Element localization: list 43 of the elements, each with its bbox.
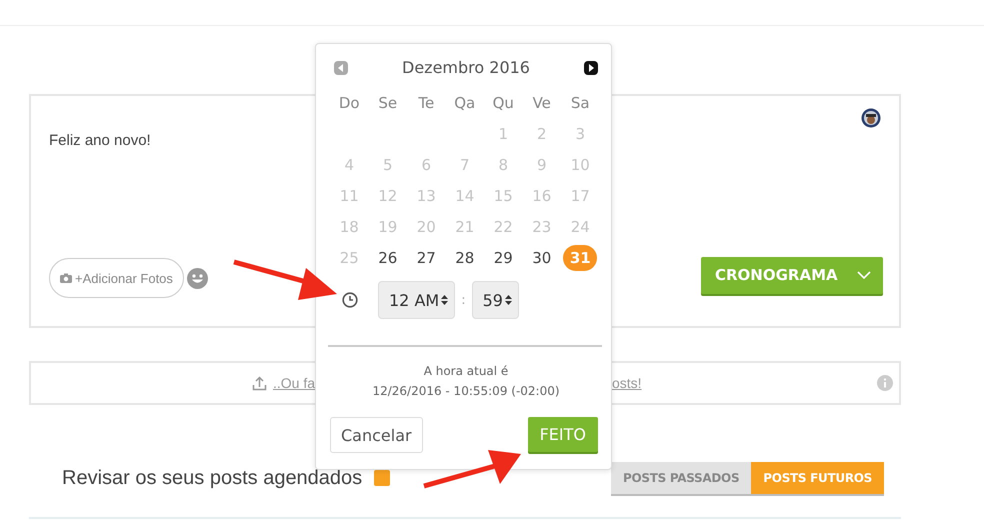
calendar-day[interactable]: 26 [370, 244, 405, 270]
current-time-label: A hora atual é [422, 363, 510, 380]
camera-icon [60, 273, 72, 283]
weekday-label: Qu [492, 94, 514, 112]
right-triangle-icon [588, 64, 594, 72]
schedule-button[interactable]: CRONOGRAMA [701, 256, 883, 294]
weekday-label: Se [378, 94, 398, 112]
add-photos-button[interactable]: +Adicionar Fotos [49, 258, 184, 298]
weekday-label: Ve [532, 94, 551, 112]
up-down-icon [441, 294, 448, 306]
chevron-down-icon [857, 271, 871, 279]
time-separator: : [461, 292, 466, 308]
count-badge [374, 470, 390, 486]
upload-link[interactable]: ..Ou fa [252, 375, 315, 391]
upload-icon [252, 376, 267, 390]
post-text: Feliz ano novo! [49, 132, 151, 149]
hour-select[interactable]: 12 AM [378, 281, 456, 319]
cancel-button[interactable]: Cancelar [330, 417, 423, 453]
calendar-day[interactable]: 28 [448, 244, 482, 270]
posts-tab[interactable]: POSTS FUTUROS [751, 462, 884, 494]
weekday-label: Qa [454, 94, 476, 112]
month-title: Dezembro 2016 [402, 58, 530, 77]
weekday-label: Sa [570, 94, 590, 112]
upload-link[interactable]: osts! [612, 375, 877, 391]
calendar-day[interactable]: 30 [524, 244, 559, 270]
section-title: Revisar os seus posts agendados [62, 466, 362, 490]
posts-tab[interactable]: POSTS PASSADOS [611, 462, 752, 494]
done-button[interactable]: FEITO [528, 417, 598, 452]
current-time: 12/26/2016 - 10:55:09 (-02:00) [371, 383, 561, 400]
info-icon[interactable] [877, 375, 893, 391]
weekday-label: Te [418, 94, 434, 112]
weekday-label: Do [338, 94, 360, 112]
calendar-day[interactable]: 29 [486, 244, 520, 270]
minute-select[interactable]: 59 [472, 281, 519, 319]
next-month-button[interactable] [584, 60, 598, 74]
previous-month-button[interactable] [334, 60, 348, 74]
calendar-day[interactable]: 31 [563, 244, 598, 270]
emoji-icon[interactable] [186, 268, 208, 288]
avatar-icon[interactable] [861, 108, 881, 128]
clock-icon [342, 292, 358, 308]
up-down-icon [504, 294, 512, 306]
calendar-day[interactable]: 27 [409, 244, 444, 270]
left-triangle-icon [338, 64, 344, 72]
